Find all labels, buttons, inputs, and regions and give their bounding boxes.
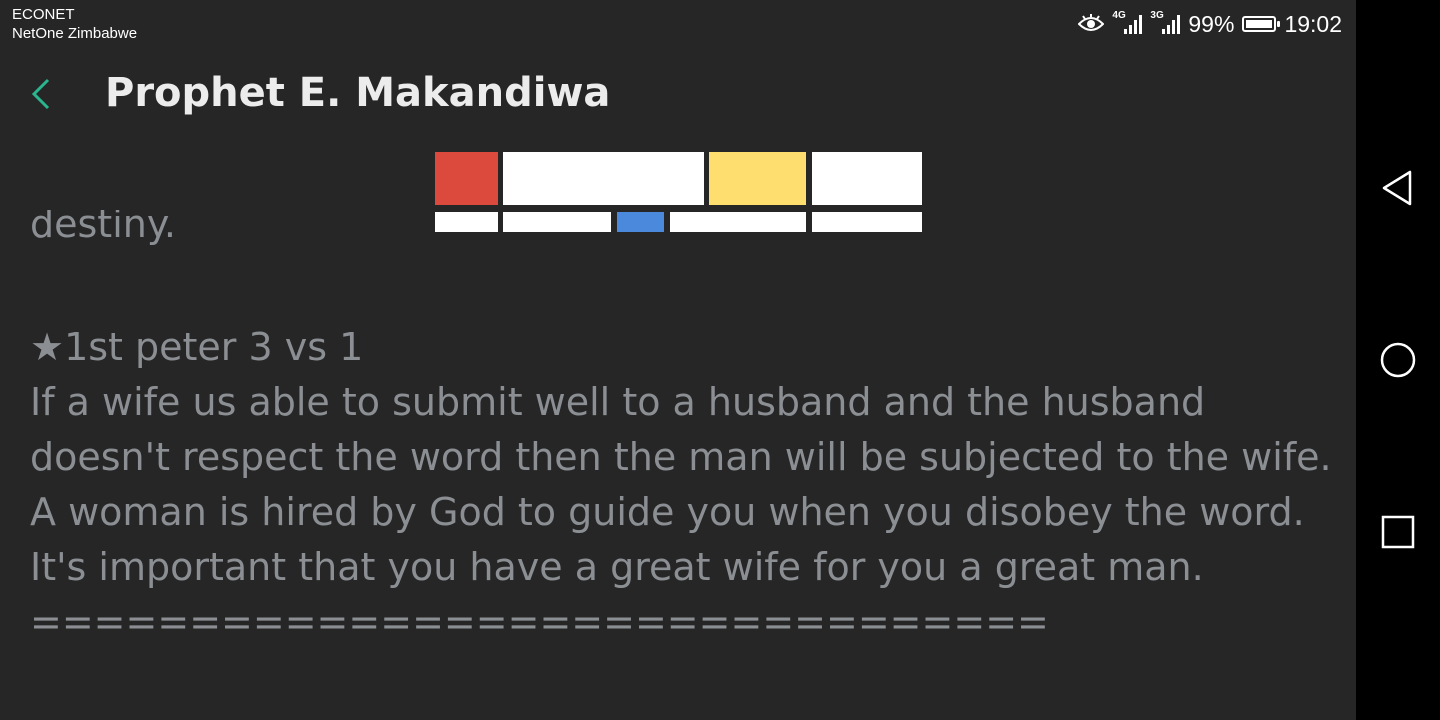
navigation-bar (1356, 0, 1440, 720)
verse-reference: ★1st peter 3 vs 1 (30, 325, 364, 369)
banner-ad[interactable] (435, 152, 922, 232)
body-line: It's important that you have a great wif… (30, 545, 1204, 589)
network-3g-label: 3G (1150, 10, 1164, 21)
carrier-secondary: NetOne Zimbabwe (12, 25, 138, 42)
body-line: doesn't respect the word then the man wi… (30, 435, 1332, 479)
banner-block (503, 212, 611, 232)
divider-line: ================================ (30, 600, 1049, 644)
banner-block (435, 212, 498, 232)
page-title: Prophet E. Makandiwa (105, 70, 611, 116)
status-bar: ECONET NetOne Zimbabwe 4G 3G 99% 19:02 (0, 0, 1356, 48)
carrier-primary: ECONET (12, 6, 75, 23)
banner-block-red (435, 152, 498, 205)
banner-block (503, 152, 704, 205)
clipped-text-line: destiny. (30, 210, 176, 246)
status-icons: 4G 3G 99% 19:02 (1078, 8, 1342, 40)
body-line: If a wife us able to submit well to a hu… (30, 380, 1206, 424)
network-4g-label: 4G (1112, 10, 1126, 21)
banner-block (812, 152, 922, 205)
battery-icon (1242, 16, 1281, 32)
clock: 19:02 (1284, 10, 1342, 37)
home-circle-icon[interactable] (1378, 340, 1418, 380)
banner-block-blue (617, 212, 664, 232)
back-triangle-icon[interactable] (1378, 168, 1418, 208)
recents-square-icon[interactable] (1378, 512, 1418, 552)
clipped-text: destiny. (30, 210, 176, 254)
signal-3g-icon: 3G (1150, 10, 1181, 34)
eye-comfort-icon (1078, 14, 1105, 31)
battery-percent: 99% (1188, 10, 1235, 37)
signal-4g-icon: 4G (1112, 10, 1143, 34)
body-line: A woman is hired by God to guide you whe… (30, 490, 1305, 534)
banner-block-yellow (709, 152, 806, 205)
back-arrow-icon[interactable] (26, 74, 66, 114)
app-bar: Prophet E. Makandiwa (0, 48, 1356, 144)
banner-block (670, 212, 806, 232)
banner-block (812, 212, 922, 232)
